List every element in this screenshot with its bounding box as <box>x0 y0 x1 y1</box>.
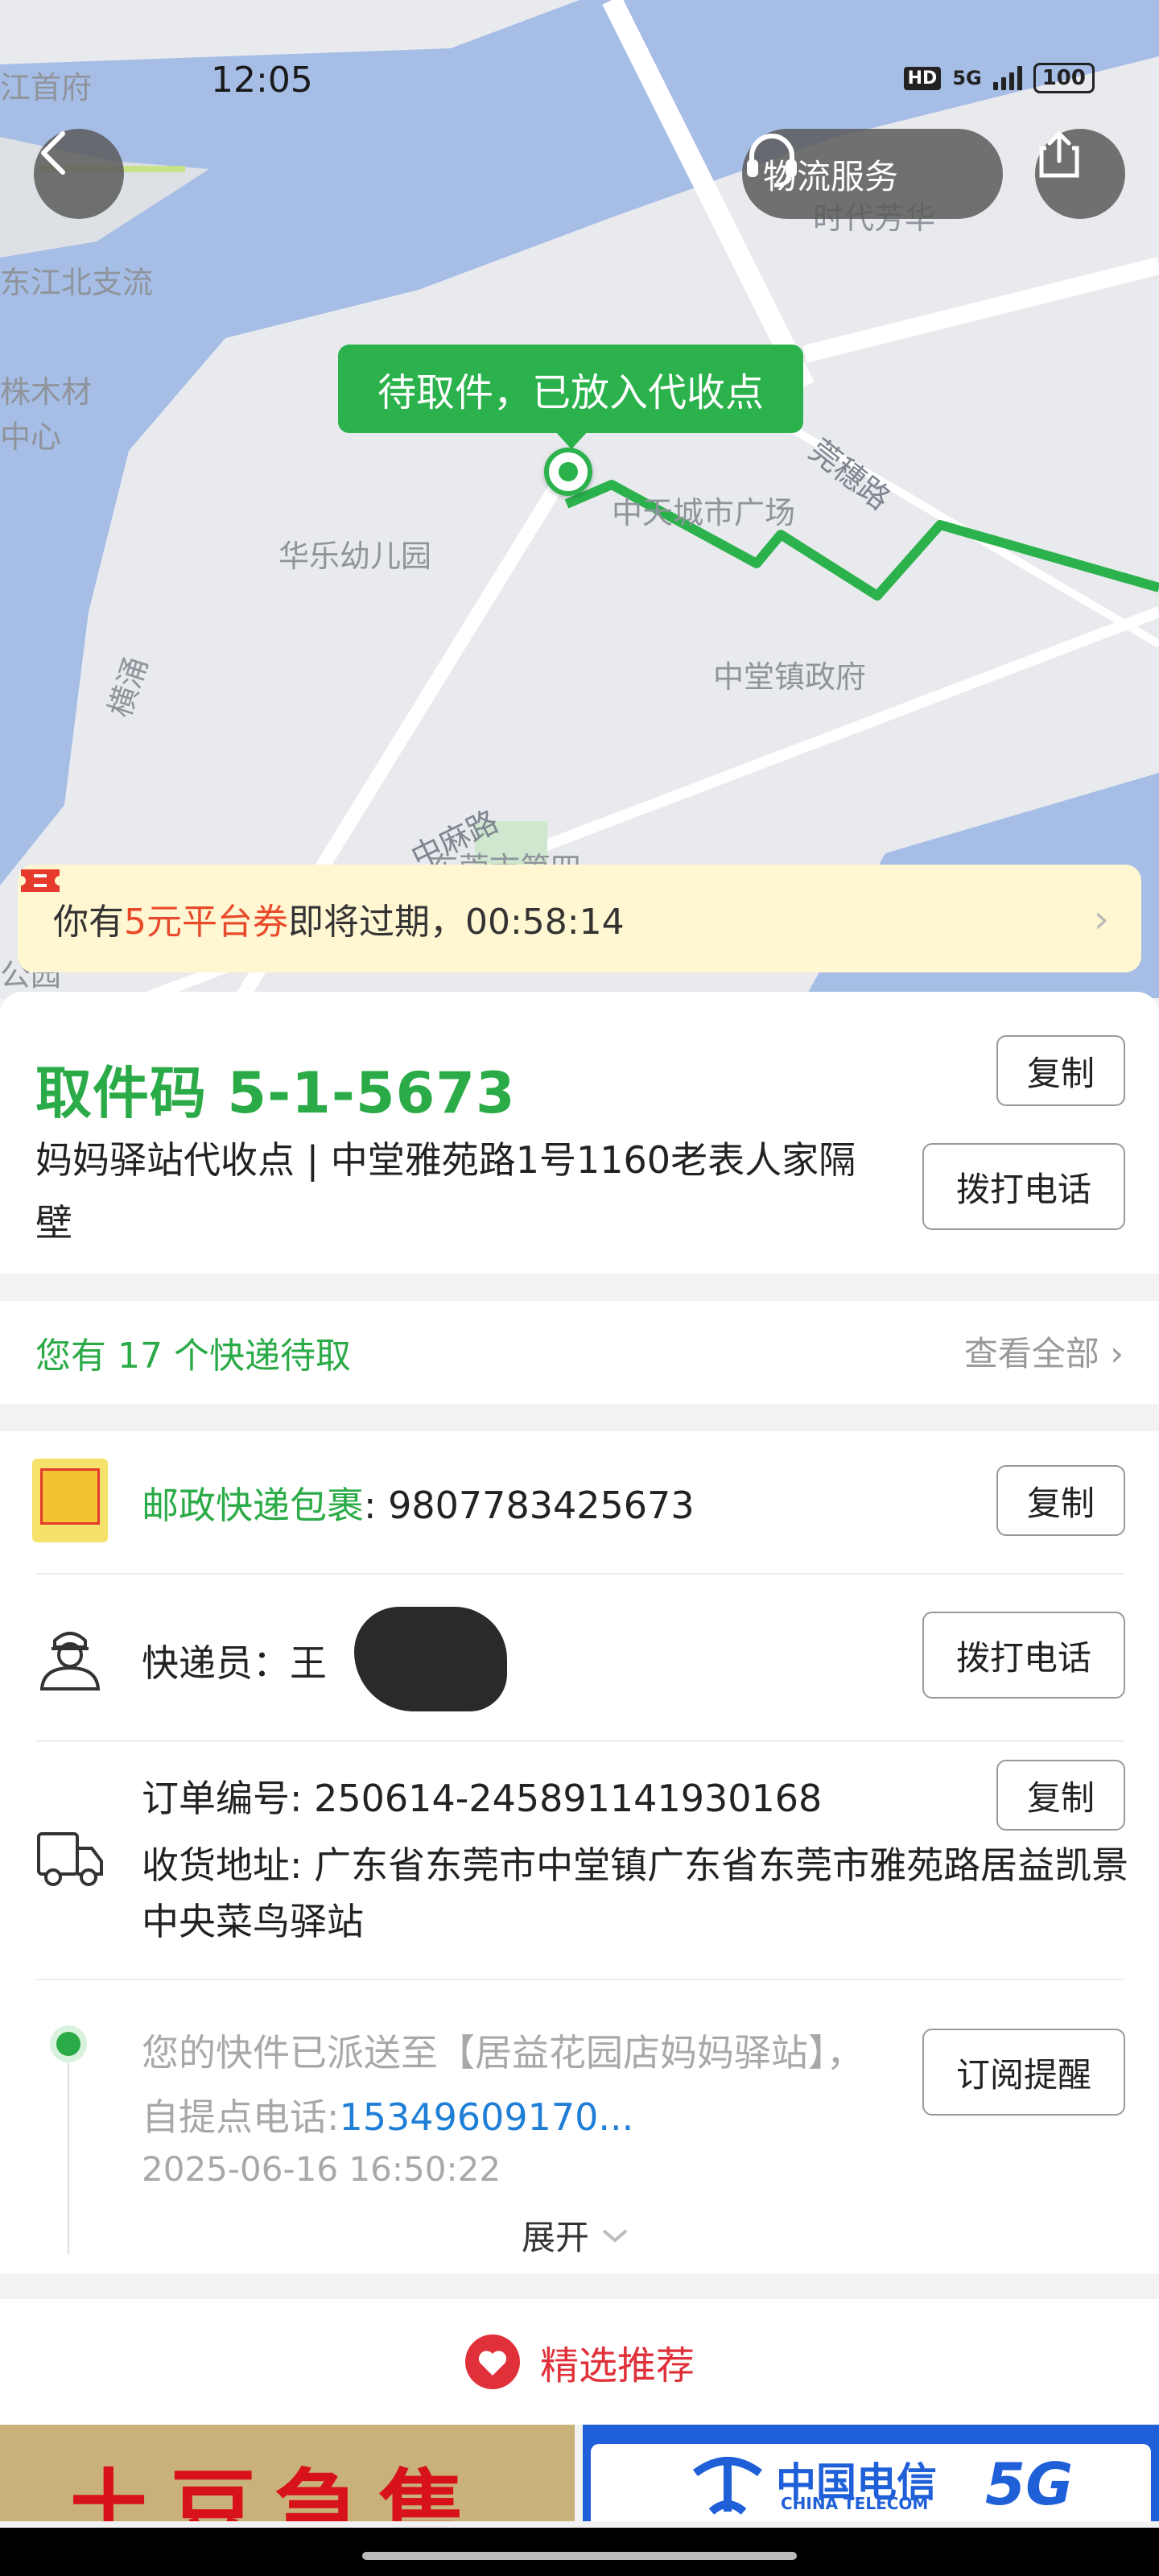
status-time: 12:05 <box>211 60 313 101</box>
chevron-right-icon: › <box>1093 897 1109 942</box>
subscribe-button[interactable]: 订阅提醒 <box>922 2029 1125 2116</box>
ticket-icon <box>21 869 60 892</box>
location-pin-icon <box>544 448 592 496</box>
redaction-mark <box>354 1607 507 1711</box>
chevron-left-icon <box>41 131 65 175</box>
coupon-prefix: 你有 <box>53 902 124 943</box>
home-indicator[interactable] <box>362 2552 797 2560</box>
divider <box>35 1979 1124 1980</box>
parcel-status-bubble: 待取件，已放入代收点 <box>338 345 803 449</box>
map-label: 江首府 <box>0 70 93 105</box>
view-all-link[interactable]: 查看全部 › <box>964 1327 1124 1376</box>
ad-card-telecom[interactable]: 中国电信 CHINA TELECOM 5G <box>583 2425 1159 2521</box>
copy-tracking-button[interactable]: 复制 <box>996 1465 1125 1536</box>
map-label: 中心 <box>0 419 62 455</box>
map-view[interactable]: 江首府 东江北支流 株木材 中心 华乐幼儿园 横涌 中天城市广场 莞穗路 中堂镇… <box>0 0 1159 998</box>
map-label: 华乐幼儿园 <box>278 539 432 574</box>
courier-icon <box>39 1632 101 1690</box>
courier-row: 快递员：王 <box>142 1634 327 1687</box>
carrier-name: 邮政快递包裹 <box>142 1484 364 1527</box>
order-number: 订单编号: 250614-245891141930168 <box>142 1777 823 1820</box>
ad-potato-text: 土豆急售 <box>64 2460 483 2521</box>
tracking-event-time: 2025-06-16 16:50:22 <box>142 2149 501 2189</box>
status-icons: HD 5G 100 <box>903 63 1095 93</box>
pending-parcels-row[interactable]: 您有 17 个快递待取 查看全部 › <box>0 1301 1159 1404</box>
divider <box>35 1573 1124 1575</box>
heart-icon <box>464 2334 520 2389</box>
china-telecom-logo-icon <box>693 2457 762 2515</box>
pending-count-text: 您有 17 个快递待取 <box>35 1335 351 1377</box>
logistics-service-button[interactable]: 物流服务 <box>742 129 1003 219</box>
coupon-banner[interactable]: 你有 5元平台券 即将过期，00:58:14 › <box>18 865 1141 972</box>
call-courier-button[interactable]: 拨打电话 <box>922 1612 1125 1699</box>
tracking-number: : 9807783425673 <box>364 1484 695 1527</box>
product-thumbnail <box>32 1459 108 1542</box>
back-button[interactable] <box>34 129 124 219</box>
divider <box>35 1740 1124 1742</box>
courier-label: 快递员： <box>142 1641 290 1685</box>
headset-icon <box>747 134 797 188</box>
map-label: 株木材 <box>0 374 93 410</box>
courier-name: 王 <box>290 1641 327 1685</box>
expand-label: 展开 <box>522 2218 590 2257</box>
copy-order-button[interactable]: 复制 <box>996 1760 1125 1831</box>
coupon-amount: 5元平台券 <box>124 902 288 943</box>
map-label: 中堂镇政府 <box>713 659 867 695</box>
view-all-label: 查看全部 <box>963 1334 1099 1373</box>
ad-card-potato[interactable]: 土豆急售 <box>0 2425 575 2521</box>
map-label: 东江北支流 <box>0 265 154 300</box>
tracking-event-text: 您的快件已派送至【居益花园店妈妈驿站】，自提点电话:15349609170... <box>142 2021 882 2149</box>
timeline-line <box>68 2043 69 2254</box>
pickup-card: 取件码 5-1-5673 妈妈驿站代收点 | 中堂雅苑路1号1160老表人家隔壁… <box>0 992 1159 1274</box>
telecom-5g-badge: 5G <box>985 2450 1074 2518</box>
truck-icon <box>37 1832 103 1886</box>
recommend-section: 精选推荐 <box>0 2299 1159 2425</box>
expand-toggle[interactable]: 展开 <box>522 2211 631 2260</box>
hd-icon: HD <box>903 66 942 90</box>
station-phone-link[interactable]: 15349609170... <box>340 2095 634 2139</box>
map-label: 中天城市广场 <box>612 495 796 530</box>
parcel-detail-card: 邮政快递包裹: 9807783425673 复制 快递员：王 拨打电话 订单编号… <box>0 1431 1159 2273</box>
network-type: 5G <box>952 67 982 89</box>
call-station-button[interactable]: 拨打电话 <box>922 1143 1125 1230</box>
telecom-name-en: CHINA TELECOM <box>781 2494 929 2513</box>
coupon-suffix: 即将过期，00:58:14 <box>288 902 625 943</box>
timeline-dot-icon <box>50 2025 87 2062</box>
pickup-code: 取件码 5-1-5673 <box>35 1060 516 1126</box>
signal-icon <box>992 66 1022 90</box>
share-icon <box>1039 131 1079 178</box>
battery-icon: 100 <box>1033 63 1095 93</box>
chevron-down-icon <box>602 2228 628 2243</box>
delivery-address: 收货地址: 广东省东莞市中堂镇广东省东莞市雅苑路居益凯景中央菜鸟驿站 <box>142 1843 1129 1943</box>
copy-code-button[interactable]: 复制 <box>996 1035 1125 1106</box>
recommend-title: 精选推荐 <box>539 2343 695 2388</box>
system-nav-bar <box>0 2528 1159 2576</box>
pickup-address: 妈妈驿站代收点 | 中堂雅苑路1号1160老表人家隔壁 <box>35 1138 856 1245</box>
carrier-row: 邮政快递包裹: 9807783425673 <box>142 1476 695 1530</box>
share-button[interactable] <box>1035 129 1125 219</box>
recommend-header: 精选推荐 <box>0 2331 1159 2392</box>
